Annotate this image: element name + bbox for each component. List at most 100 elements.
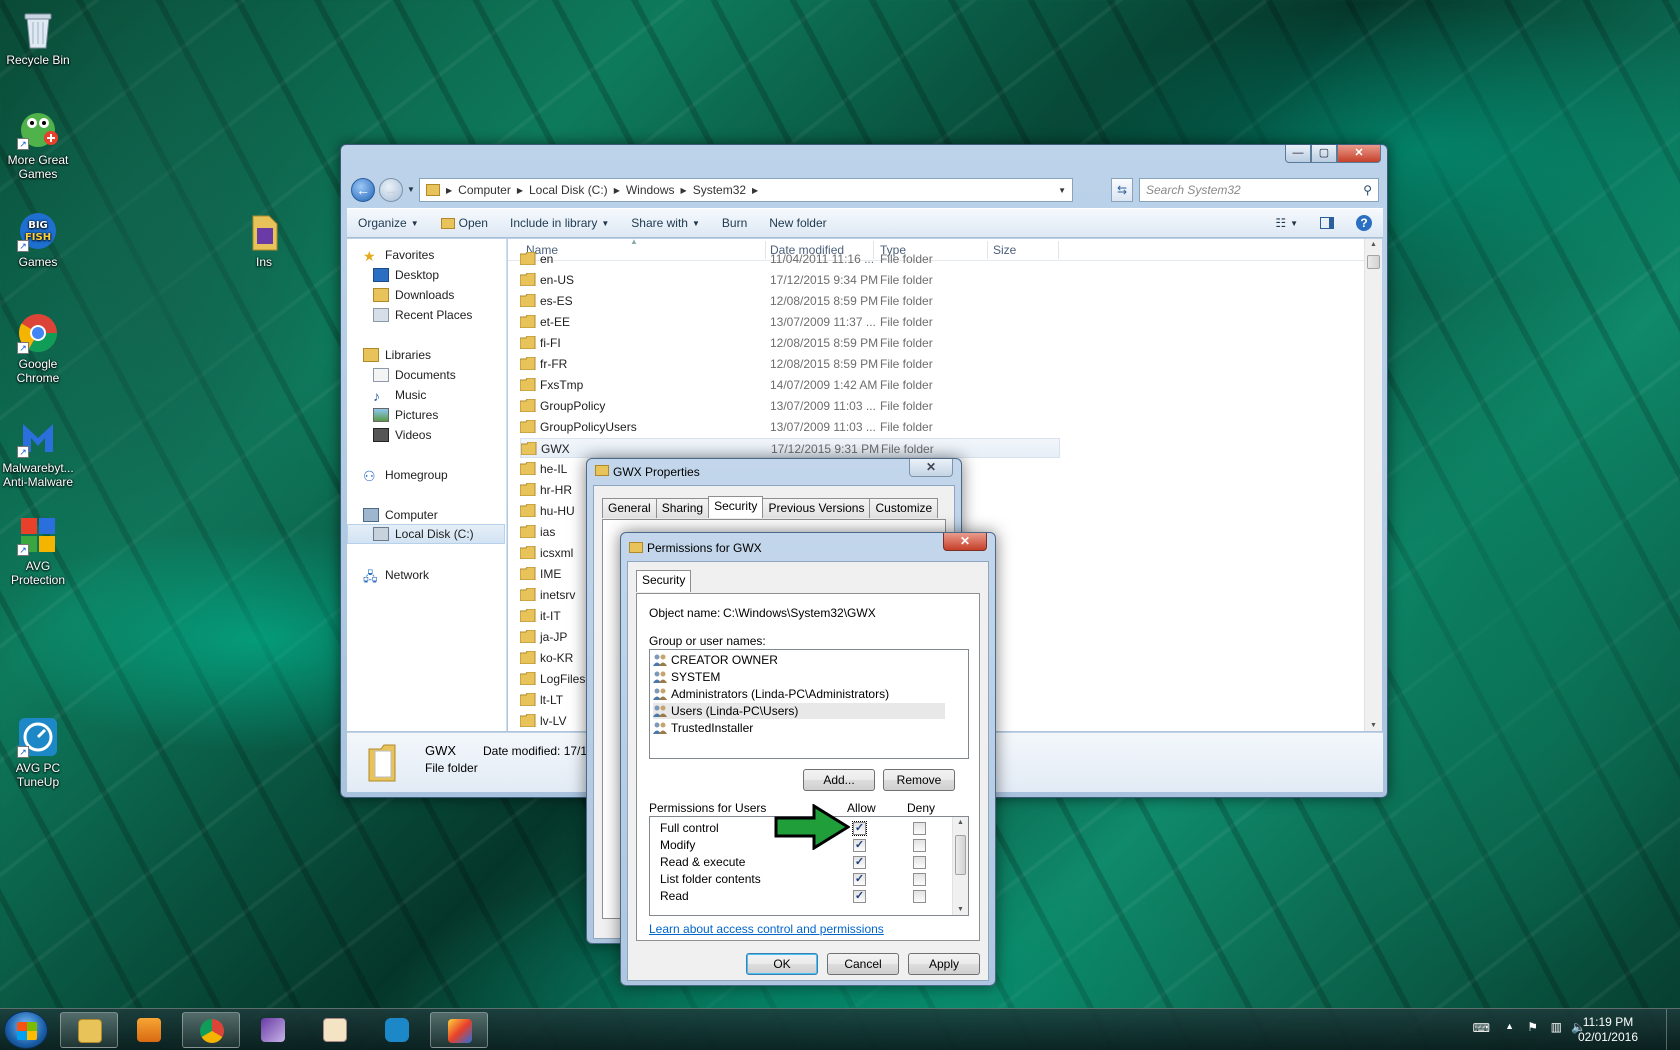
breadcrumb-computer[interactable]: Computer	[452, 183, 517, 197]
tab-sharing[interactable]: Sharing	[655, 498, 710, 518]
games-icon[interactable]: BIG FISH ↗ Games	[0, 210, 76, 269]
nav-music[interactable]: ♪ Music	[373, 385, 426, 405]
taskbar-chrome[interactable]	[182, 1012, 240, 1048]
google-chrome-icon[interactable]: ↗ Google Chrome	[0, 312, 76, 385]
preview-pane-button[interactable]	[1309, 209, 1345, 237]
nav-documents[interactable]: Documents	[373, 365, 456, 385]
show-desktop-button[interactable]	[1666, 1009, 1680, 1050]
allow-checkbox[interactable]: ✓	[853, 873, 866, 886]
table-row[interactable]: FxsTmp 14/07/2009 1:42 AM File folder	[520, 375, 1060, 395]
refresh-icon[interactable]: ⇆	[1111, 178, 1133, 202]
cancel-button[interactable]: Cancel	[827, 953, 899, 975]
deny-checkbox[interactable]	[913, 856, 926, 869]
start-button[interactable]	[4, 1011, 48, 1049]
allow-checkbox[interactable]: ✓	[853, 856, 866, 869]
more-great-games-icon[interactable]: ↗ More Great Games	[0, 108, 76, 181]
show-hidden-icons[interactable]: ▲	[1505, 1021, 1514, 1031]
user-list-item[interactable]: SYSTEM	[653, 669, 720, 685]
table-row[interactable]: fr-FR 12/08/2015 8:59 PM File folder	[520, 354, 1060, 374]
table-row[interactable]: es-ES 12/08/2015 8:59 PM File folder	[520, 291, 1060, 311]
nav-recent-places[interactable]: Recent Places	[373, 305, 472, 325]
tab-previous-versions[interactable]: Previous Versions	[762, 498, 871, 518]
taskbar-paint[interactable]	[430, 1012, 488, 1048]
nav-favorites[interactable]: ★ Favorites	[363, 245, 434, 265]
deny-checkbox[interactable]	[913, 839, 926, 852]
table-row[interactable]: en-US 17/12/2015 9:34 PM File folder	[520, 270, 1060, 290]
table-row[interactable]: et-EE 13/07/2009 11:37 ... File folder	[520, 312, 1060, 332]
user-list-item[interactable]: CREATOR OWNER	[653, 652, 778, 668]
user-list[interactable]: CREATOR OWNER SYSTEM Administrators (Linda…	[649, 649, 969, 759]
open-button[interactable]: Open	[430, 209, 499, 237]
avg-tuneup-icon[interactable]: ↗ AVG PC TuneUp	[0, 716, 76, 789]
address-bar[interactable]: ▶ Computer ▶ Local Disk (C:) ▶ Windows ▶…	[419, 178, 1073, 202]
new-folder-button[interactable]: New folder	[758, 209, 837, 237]
user-list-item[interactable]: Users (Linda-PC\Users)	[653, 703, 945, 719]
table-row[interactable]: fi-FI 12/08/2015 8:59 PM File folder	[520, 333, 1060, 353]
scroll-down-icon[interactable]: ▼	[953, 906, 968, 913]
taskbar-app-cards[interactable]	[306, 1012, 364, 1048]
search-input[interactable]: Search System32 ⚲	[1139, 178, 1379, 202]
nav-desktop[interactable]: Desktop	[373, 265, 439, 285]
action-center-flag-icon[interactable]: ⚑	[1527, 1020, 1538, 1034]
breadcrumb-local-disk[interactable]: Local Disk (C:)	[523, 183, 614, 197]
nav-computer[interactable]: Computer	[363, 505, 438, 525]
table-row[interactable]: GWX 17/12/2015 9:31 PM File folder	[520, 438, 1060, 458]
tab-security[interactable]: Security	[708, 496, 764, 518]
table-row[interactable]: en 11/04/2011 11:16 ... File folder	[520, 249, 1060, 269]
back-button[interactable]: ←	[351, 178, 375, 202]
malwarebytes-icon[interactable]: ↗ Malwarebyt... Anti-Malware	[0, 416, 76, 489]
nav-local-disk[interactable]: Local Disk (C:)	[347, 524, 505, 544]
tab-general[interactable]: General	[602, 498, 657, 518]
ins-folder-icon[interactable]: Ins	[226, 210, 302, 269]
nav-network[interactable]: 🖧 Network	[363, 565, 429, 585]
nav-downloads[interactable]: Downloads	[373, 285, 454, 305]
permissions-scrollbar[interactable]: ▲ ▼	[952, 817, 968, 915]
keyboard-icon[interactable]: ⌨	[1473, 1021, 1490, 1035]
scrollbar-thumb[interactable]	[955, 835, 966, 875]
taskbar-media-player[interactable]	[120, 1012, 178, 1048]
scrollbar-thumb[interactable]	[1367, 255, 1380, 269]
learn-access-control-link[interactable]: Learn about access control and permissio…	[649, 922, 884, 936]
table-row[interactable]: GroupPolicy 13/07/2009 11:03 ... File fold…	[520, 396, 1060, 416]
remove-button[interactable]: Remove	[883, 769, 955, 791]
search-icon[interactable]: ⚲	[1363, 183, 1372, 197]
avg-protection-icon[interactable]: ↗ AVG Protection	[0, 514, 76, 587]
include-in-library-button[interactable]: Include in library ▼	[499, 209, 620, 237]
allow-checkbox[interactable]: ✓	[853, 890, 866, 903]
nav-libraries[interactable]: Libraries	[363, 345, 431, 365]
nav-videos[interactable]: Videos	[373, 425, 431, 445]
scroll-up-icon[interactable]: ▲	[953, 819, 968, 826]
maximize-button[interactable]: ▢	[1311, 145, 1337, 163]
minimize-button[interactable]: —	[1285, 145, 1311, 163]
view-options-button[interactable]: ☷ ▼	[1264, 209, 1309, 237]
allow-checkbox[interactable]: ✓	[853, 839, 866, 852]
ok-button[interactable]: OK	[746, 953, 818, 975]
tab-security[interactable]: Security	[636, 570, 692, 592]
permissions-close-button[interactable]: ✕	[943, 533, 987, 551]
organize-button[interactable]: Organize ▼	[347, 209, 430, 237]
scroll-down-icon[interactable]: ▼	[1365, 722, 1382, 729]
file-list-scrollbar[interactable]: ▲ ▼	[1364, 239, 1382, 731]
recent-pages-icon[interactable]: ▼	[407, 185, 415, 194]
user-list-item[interactable]: Administrators (Linda-PC\Administrators)	[653, 686, 889, 702]
share-with-button[interactable]: Share with ▼	[620, 209, 711, 237]
allow-checkbox[interactable]: ✓	[852, 821, 867, 836]
taskbar-explorer[interactable]	[60, 1012, 118, 1048]
forward-button[interactable]: →	[379, 178, 403, 202]
apply-button[interactable]: Apply	[908, 953, 980, 975]
taskbar-app-purple[interactable]	[244, 1012, 302, 1048]
table-row[interactable]: GroupPolicyUsers 13/07/2009 11:03 ... File…	[520, 417, 1060, 437]
burn-button[interactable]: Burn	[711, 209, 758, 237]
nav-pictures[interactable]: Pictures	[373, 405, 438, 425]
close-button[interactable]: ✕	[1337, 145, 1381, 163]
help-button[interactable]: ?	[1345, 209, 1383, 237]
scroll-up-icon[interactable]: ▲	[1365, 241, 1382, 248]
tab-customize[interactable]: Customize	[869, 498, 939, 518]
address-dropdown-icon[interactable]: ▼	[1058, 186, 1066, 195]
recycle-bin-icon[interactable]: Recycle Bin	[0, 8, 76, 67]
deny-checkbox[interactable]	[913, 822, 926, 835]
nav-homegroup[interactable]: ⚇ Homegroup	[363, 465, 448, 485]
breadcrumb-windows[interactable]: Windows	[620, 183, 681, 197]
add-button[interactable]: Add...	[803, 769, 875, 791]
breadcrumb-system32[interactable]: System32	[687, 183, 752, 197]
